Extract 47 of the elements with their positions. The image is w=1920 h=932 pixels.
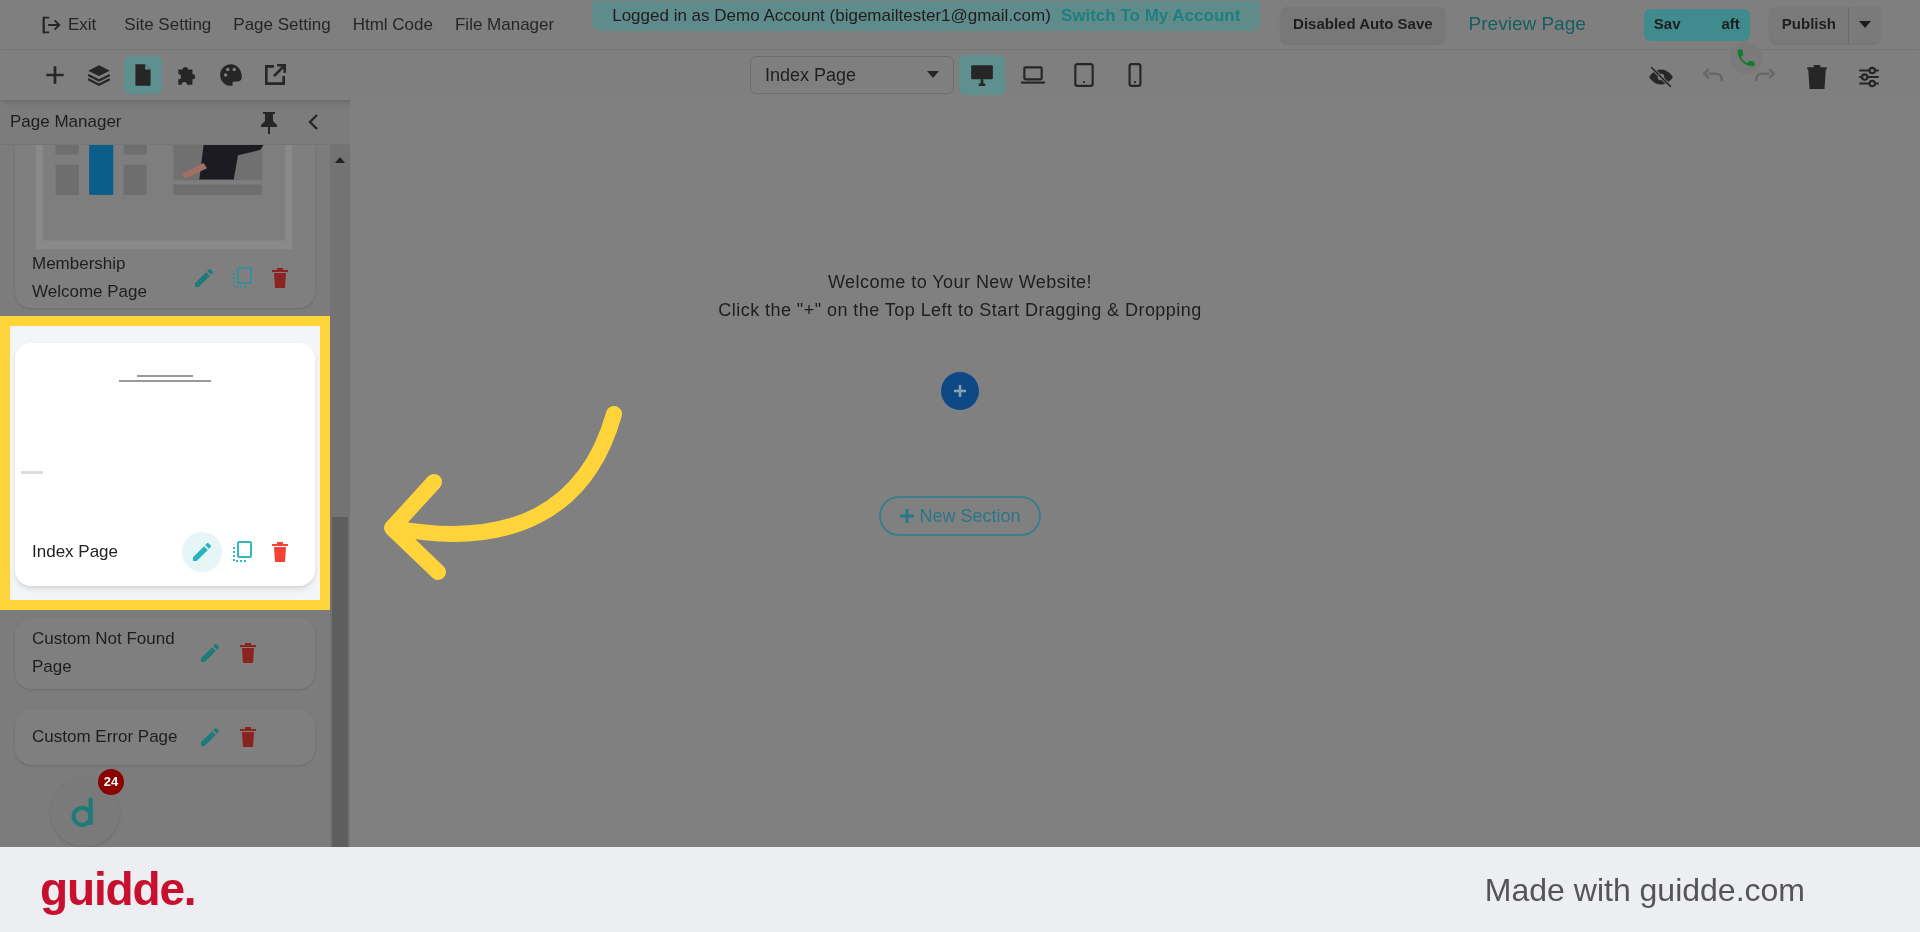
- page-name: Custom Not Found Page: [32, 628, 176, 679]
- add-element-button[interactable]: [941, 372, 979, 410]
- tablet-icon: [1071, 62, 1097, 88]
- hint-text: Click the "+" on the Top Left to Start Dragging & Dropping: [718, 299, 1202, 322]
- menu-item[interactable]: Site Setting: [124, 11, 212, 38]
- page-card[interactable]: Index Page: [15, 342, 315, 586]
- exit-button[interactable]: Exit: [40, 11, 97, 38]
- collapse-icon[interactable]: [306, 113, 320, 131]
- menu-item[interactable]: File Manager: [454, 11, 555, 38]
- tool-button[interactable]: [124, 56, 162, 94]
- page-name: Custom Error Page: [32, 726, 179, 749]
- page-name: Index Page: [32, 540, 119, 563]
- page-card[interactable]: Custom Not Found Page: [15, 617, 315, 690]
- plus-icon: [953, 384, 967, 398]
- duplicate-icon: [230, 266, 254, 291]
- page-card[interactable]: Membership Welcome Page: [15, 145, 315, 308]
- eye-off-icon: [1648, 64, 1674, 90]
- notification-badge: 24: [98, 769, 124, 795]
- caret-icon: [927, 71, 939, 79]
- caret-icon: [1858, 20, 1871, 29]
- pin-icon[interactable]: [258, 110, 280, 134]
- external-link-icon: [262, 62, 288, 88]
- menu-item[interactable]: Html Code: [352, 11, 433, 38]
- trash-icon: [1804, 64, 1830, 90]
- welcome-text: Welcome to Your New Website!: [827, 271, 1093, 294]
- palette-icon: [218, 62, 244, 88]
- plus-icon: [899, 508, 916, 524]
- login-text: Logged in as Demo Account (bigemailtester1@gmail.com): [612, 4, 1051, 27]
- desktop-icon: [969, 62, 995, 88]
- scrollbar[interactable]: [330, 145, 350, 847]
- sliders-icon: [1856, 64, 1882, 90]
- page-select[interactable]: Index Page: [750, 56, 954, 94]
- scroll-up-icon[interactable]: [335, 157, 345, 163]
- save-draft-button[interactable]: Sav aft: [1643, 8, 1750, 41]
- menu-item[interactable]: Page Setting: [233, 11, 331, 38]
- credit-text: Made with guidde.com: [1484, 870, 1805, 910]
- page-name: Membership Welcome Page: [32, 253, 148, 304]
- device-button[interactable]: [959, 55, 1005, 95]
- action-button[interactable]: [1646, 64, 1676, 90]
- edit-button[interactable]: [182, 531, 222, 572]
- duplicate-icon: [230, 539, 254, 564]
- layers-icon: [86, 62, 112, 88]
- panel-title: Page Manager: [10, 111, 123, 134]
- scrollbar-thumb[interactable]: [332, 517, 348, 847]
- guidde-logo: guidde.: [40, 862, 196, 917]
- auto-save-button[interactable]: Disabled Auto Save: [1281, 6, 1445, 43]
- page-card[interactable]: Custom Error Page: [15, 709, 315, 765]
